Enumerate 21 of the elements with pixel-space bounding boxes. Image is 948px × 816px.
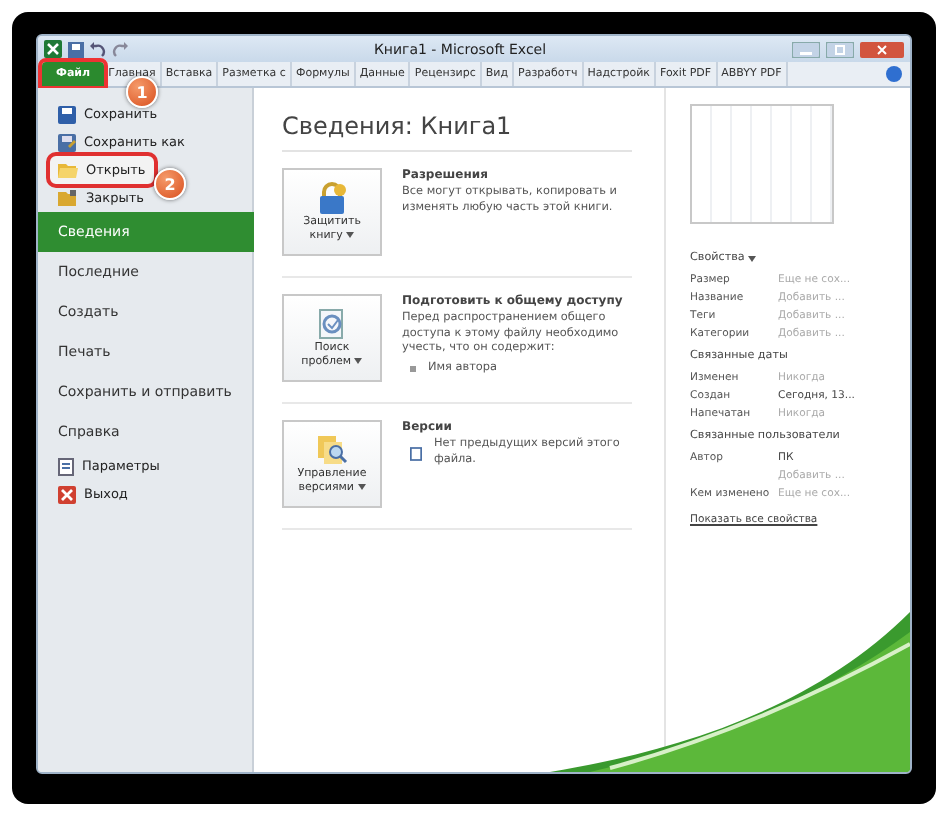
caret-icon xyxy=(346,232,355,238)
caret-icon xyxy=(748,255,757,261)
excel-logo-icon xyxy=(44,40,62,58)
bullet-icon xyxy=(410,366,416,373)
close-icon[interactable] xyxy=(860,41,904,57)
caret-icon xyxy=(354,358,363,364)
lock-icon xyxy=(316,182,348,214)
caret-icon xyxy=(357,484,366,490)
redo-icon[interactable] xyxy=(112,41,128,57)
folder-icon xyxy=(58,190,78,206)
page-title: Сведения: Книга1 xyxy=(282,112,632,152)
folder-icon xyxy=(58,162,78,178)
document-check-icon xyxy=(316,308,348,340)
documents-magnifier-icon xyxy=(316,434,348,466)
maximize-icon[interactable] xyxy=(826,41,854,57)
document-icon xyxy=(410,445,422,462)
minimize-icon[interactable] xyxy=(792,41,820,57)
undo-icon[interactable] xyxy=(90,41,106,57)
close-icon xyxy=(58,485,76,503)
document-icon xyxy=(58,457,74,475)
workbook-thumbnail xyxy=(690,104,834,224)
